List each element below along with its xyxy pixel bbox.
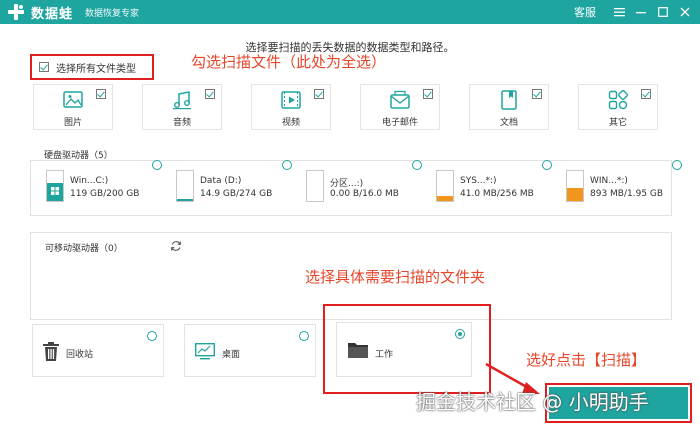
drive-usage-fill <box>177 199 193 201</box>
maximize-button[interactable] <box>652 0 674 24</box>
folder-desktop[interactable]: 桌面 <box>184 324 316 377</box>
file-type-other[interactable]: 其它 <box>578 84 658 130</box>
windows-icon <box>51 187 59 195</box>
email-icon <box>390 90 410 109</box>
file-type-label: 视频 <box>281 118 300 128</box>
maximize-icon <box>658 7 668 17</box>
customer-service-link[interactable]: 客服 <box>574 4 596 20</box>
minimize-button[interactable] <box>630 0 652 24</box>
removable-drives-title: 可移动驱动器（0） <box>45 244 123 254</box>
folder-radio[interactable] <box>147 331 157 341</box>
title-bar: 数据蛙 数据恢复专家 客服 <box>0 0 700 24</box>
file-type-email[interactable]: 电子邮件 <box>360 84 440 130</box>
folder-highlight-box <box>323 304 491 394</box>
drive-name: WIN...*:) <box>590 176 628 186</box>
drive-name: Data (D:) <box>200 176 242 186</box>
file-type-audio[interactable]: 音频 <box>142 84 222 130</box>
checkbox-icon <box>205 89 215 99</box>
checkbox-icon <box>314 89 324 99</box>
folder-label: 回收站 <box>66 350 94 360</box>
file-type-label: 音频 <box>172 118 191 128</box>
annotation-check-files: 勾选扫描文件（此处为全选） <box>191 53 387 71</box>
folder-recycle-bin[interactable]: 回收站 <box>32 324 164 377</box>
drive-usage-bar <box>436 170 454 202</box>
frog-logo-icon <box>8 4 24 20</box>
drive-win[interactable]: WIN...*:) 893 MB/1.95 GB <box>566 160 686 206</box>
select-all-label: 选择所有文件类型 <box>56 63 136 75</box>
select-all-check-icon <box>39 62 49 72</box>
drive-sys[interactable]: SYS...*:) 41.0 MB/256 MB <box>436 160 556 206</box>
file-type-label: 图片 <box>63 118 82 128</box>
file-type-image[interactable]: 图片 <box>33 84 113 130</box>
menu-button[interactable] <box>608 0 630 24</box>
drive-radio[interactable] <box>412 160 422 170</box>
drive-usage-bar <box>176 170 194 202</box>
drive-radio[interactable] <box>152 160 162 170</box>
drive-name: SYS...*:) <box>460 176 497 186</box>
file-type-document[interactable]: 文档 <box>469 84 549 130</box>
drive-usage-fill <box>437 196 453 201</box>
desktop-icon <box>195 343 215 360</box>
video-icon <box>281 91 301 109</box>
app-tagline: 数据恢复专家 <box>85 8 140 19</box>
music-icon <box>173 91 191 110</box>
drive-usage-bar <box>46 170 64 202</box>
menu-icon <box>613 8 625 17</box>
refresh-icon[interactable] <box>170 240 182 252</box>
checkbox-icon <box>641 89 651 99</box>
close-icon <box>680 7 690 17</box>
drive-usage-fill <box>567 187 583 201</box>
hard-drives-panel: 硬盘驱动器（5） Win...C:) 119 GB/200 GB Data (D… <box>30 148 682 216</box>
drive-radio[interactable] <box>282 160 292 170</box>
drive-radio[interactable] <box>542 160 552 170</box>
drive-partition[interactable]: 分区...:) 0.00 B/16.0 MB <box>306 160 426 206</box>
drive-size: 893 MB/1.95 GB <box>590 189 664 199</box>
drive-d[interactable]: Data (D:) 14.9 GB/274 GB <box>176 160 296 206</box>
select-all-checkbox[interactable]: 选择所有文件类型 <box>30 54 154 80</box>
folder-label: 桌面 <box>222 350 241 360</box>
drive-size: 41.0 MB/256 MB <box>460 189 534 199</box>
file-type-video[interactable]: 视频 <box>251 84 331 130</box>
drive-size: 14.9 GB/274 GB <box>200 189 273 199</box>
watermark: 掘金技术社区 @ 小明助手 <box>416 390 649 414</box>
drive-name: 分区...:) <box>330 179 364 189</box>
checkbox-icon <box>532 89 542 99</box>
minimize-icon <box>636 12 646 14</box>
checkbox-icon <box>423 89 433 99</box>
drive-usage-bar <box>566 170 584 202</box>
file-type-label: 电子邮件 <box>381 118 418 128</box>
drive-name: Win...C:) <box>70 176 109 186</box>
file-type-label: 其它 <box>608 118 627 128</box>
other-icon <box>608 89 629 110</box>
image-icon <box>63 91 83 108</box>
drive-size: 0.00 B/16.0 MB <box>330 189 399 199</box>
drive-usage-bar <box>306 170 324 202</box>
app-brand: 数据蛙 <box>31 6 74 22</box>
checkbox-icon <box>96 89 106 99</box>
document-icon <box>501 90 517 110</box>
app-logo: 数据蛙 数据恢复专家 <box>6 2 139 22</box>
file-type-label: 文档 <box>499 118 518 128</box>
annotation-choose-folder: 选择具体需要扫描的文件夹 <box>305 268 486 286</box>
recycle-bin-icon <box>43 342 59 361</box>
drive-size: 119 GB/200 GB <box>70 189 140 199</box>
folder-radio[interactable] <box>299 331 309 341</box>
close-button[interactable] <box>674 0 696 24</box>
drive-radio[interactable] <box>672 160 682 170</box>
drive-c[interactable]: Win...C:) 119 GB/200 GB <box>46 160 166 206</box>
file-type-list: 图片 音频 视频 电子邮件 文档 其它 <box>33 84 658 130</box>
